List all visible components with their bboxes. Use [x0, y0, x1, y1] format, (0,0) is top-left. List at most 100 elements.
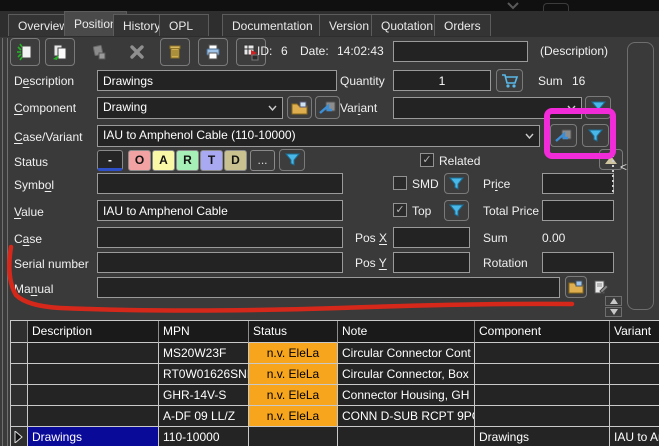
cell-description[interactable] [28, 364, 159, 385]
cell-status[interactable] [249, 427, 338, 446]
cell-note[interactable]: Circular Connector, Box [338, 364, 475, 385]
tab-orders[interactable]: Orders [434, 14, 491, 36]
table-row[interactable]: GHR-14V-S n.v. EleLa Connector Housing, … [11, 385, 659, 406]
cell-description[interactable] [28, 385, 159, 406]
print-button[interactable] [198, 38, 228, 66]
row-selector[interactable] [11, 385, 28, 406]
component-goto-button[interactable] [315, 96, 340, 119]
delete-record-button[interactable] [122, 38, 152, 66]
smd-filter-button[interactable] [444, 173, 469, 194]
top-checkbox[interactable]: ✓ [393, 203, 407, 217]
cell-variant[interactable] [610, 406, 659, 427]
pos-y-field[interactable] [393, 252, 470, 273]
col-variant[interactable]: Variant [610, 321, 659, 343]
cell-variant[interactable]: IAU to Amphenol Cable [610, 427, 659, 446]
collapsed-side-panel[interactable] [627, 42, 654, 310]
cell-description[interactable] [28, 343, 159, 364]
cell-component[interactable] [475, 343, 610, 364]
tab-opl[interactable]: OPL [159, 14, 209, 36]
status-filter-button[interactable] [279, 149, 305, 171]
cell-mpn[interactable]: 110-10000 [159, 427, 249, 446]
manual-edit-button[interactable] [590, 276, 612, 298]
status-button-none[interactable]: - [97, 150, 123, 171]
row-selector[interactable] [11, 406, 28, 427]
component-dropdown[interactable]: Drawing [97, 97, 283, 119]
cell-variant[interactable] [610, 364, 659, 385]
manual-field[interactable] [97, 277, 560, 298]
rotation-field[interactable] [542, 252, 614, 273]
status-button-t[interactable]: T [200, 150, 223, 171]
pos-x-field[interactable] [393, 227, 470, 248]
trash-button[interactable] [160, 38, 190, 66]
status-button-d[interactable]: D [224, 150, 247, 171]
panel-expand-arrow[interactable]: < [620, 160, 627, 174]
cell-status[interactable]: n.v. EleLa [249, 385, 338, 406]
cell-mpn[interactable]: GHR-14V-S [159, 385, 249, 406]
cell-mpn[interactable]: A-DF 09 LL/Z [159, 406, 249, 427]
col-description[interactable]: Description [28, 321, 159, 343]
col-component[interactable]: Component [475, 321, 610, 343]
quantity-field[interactable] [393, 70, 491, 91]
cell-note[interactable]: CONN D-SUB RCPT 9PO [338, 406, 475, 427]
component-open-button[interactable] [287, 96, 312, 119]
status-button-a[interactable]: A [152, 150, 175, 171]
status-button-o[interactable]: O [128, 150, 151, 171]
paste-record-button[interactable] [84, 38, 114, 66]
value-field[interactable] [97, 200, 343, 221]
col-status[interactable]: Status [249, 321, 338, 343]
cell-status[interactable]: n.v. EleLa [249, 343, 338, 364]
copy-record-button[interactable] [45, 38, 75, 66]
case-variant-filter-button[interactable] [582, 124, 609, 147]
cell-status[interactable]: n.v. EleLa [249, 364, 338, 385]
order-cart-button[interactable] [496, 69, 523, 92]
case-variant-combo[interactable]: IAU to Amphenol Cable (110-10000) [97, 125, 540, 147]
cell-note[interactable]: Circular Connector Cont [338, 343, 475, 364]
row-selector[interactable] [11, 427, 28, 446]
row-selector[interactable] [11, 364, 28, 385]
case-field[interactable] [97, 227, 343, 248]
table-row-current[interactable]: Drawings 110-10000 Drawings IAU to Amphe… [11, 427, 659, 446]
table-row[interactable]: RT0W01626SNH n.v. EleLa Circular Connect… [11, 364, 659, 385]
serial-number-field[interactable] [97, 252, 343, 273]
spin-up-button[interactable] [605, 296, 622, 306]
cell-note[interactable]: Connector Housing, GH [338, 385, 475, 406]
new-record-button[interactable] [10, 38, 40, 66]
cell-mpn[interactable]: MS20W23F [159, 343, 249, 364]
smd-checkbox[interactable] [393, 176, 407, 190]
col-note[interactable]: Note [338, 321, 475, 343]
cell-status[interactable]: n.v. EleLa [249, 406, 338, 427]
cell-description[interactable] [28, 406, 159, 427]
cell-note[interactable] [338, 427, 475, 446]
panel-grip[interactable] [612, 155, 614, 193]
cell-component[interactable] [475, 364, 610, 385]
price-field[interactable] [542, 173, 614, 194]
cell-component[interactable] [475, 406, 610, 427]
symbol-field[interactable] [97, 173, 343, 194]
cell-component[interactable]: Drawings [475, 427, 610, 446]
status-more-button[interactable]: ... [250, 150, 275, 171]
cell-variant[interactable] [610, 385, 659, 406]
chevron-down-icon[interactable] [505, 2, 521, 10]
total-price-field[interactable] [542, 200, 614, 221]
description-search-input[interactable] [393, 41, 528, 62]
tab-quotation[interactable]: Quotation [371, 14, 443, 36]
variant-dropdown[interactable] [393, 97, 582, 119]
status-button-r[interactable]: R [176, 150, 199, 171]
chevron-down-icon [525, 133, 534, 139]
cell-description[interactable]: Drawings [28, 427, 159, 446]
case-variant-goto-button[interactable] [550, 124, 577, 147]
cell-variant[interactable] [610, 343, 659, 364]
spin-down-button[interactable] [605, 307, 622, 317]
description-field[interactable] [97, 70, 337, 91]
col-mpn[interactable]: MPN [159, 321, 249, 343]
top-filter-button[interactable] [444, 200, 469, 221]
table-row[interactable]: MS20W23F n.v. EleLa Circular Connector C… [11, 343, 659, 364]
row-selector[interactable] [11, 343, 28, 364]
tab-documentation[interactable]: Documentation [222, 14, 323, 36]
table-row[interactable]: A-DF 09 LL/Z n.v. EleLa CONN D-SUB RCPT … [11, 406, 659, 427]
manual-open-button[interactable] [565, 276, 587, 298]
related-checkbox[interactable]: ✓ [420, 153, 434, 167]
cell-component[interactable] [475, 385, 610, 406]
cell-mpn[interactable]: RT0W01626SNH [159, 364, 249, 385]
variant-filter-button[interactable] [585, 96, 611, 119]
